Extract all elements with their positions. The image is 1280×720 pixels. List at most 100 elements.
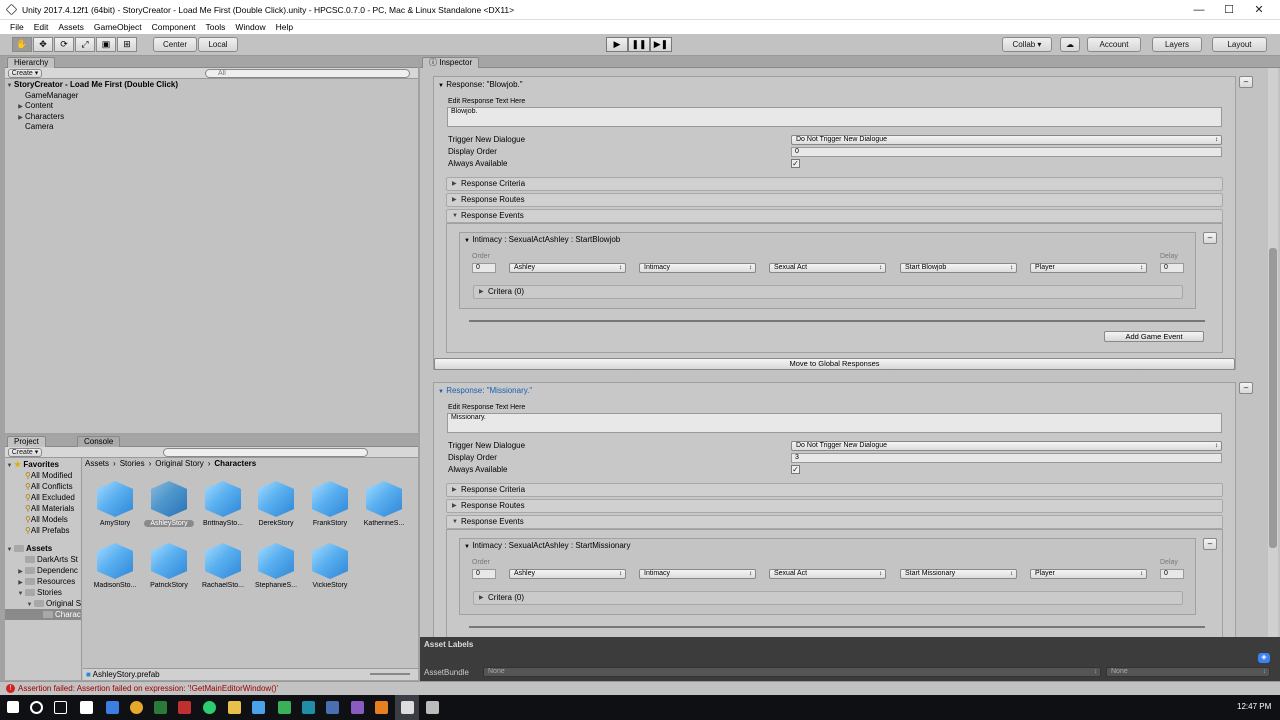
assetbundle-dropdown[interactable]: None [483, 667, 1101, 677]
asset-item[interactable]: AmyStory [90, 481, 140, 527]
project-create-button[interactable]: Create ▾ [8, 448, 42, 457]
vlc-icon[interactable] [375, 701, 388, 714]
breadcrumb-item-current[interactable]: Characters [214, 459, 256, 468]
menu-file[interactable]: File [10, 20, 24, 34]
add-game-event-button[interactable]: Add Game Event [1104, 331, 1204, 342]
asset-item-selected[interactable]: AshleyStory [144, 481, 194, 527]
taskbar-app-icon[interactable] [154, 701, 167, 714]
response-routes-foldout[interactable]: Response Routes [446, 193, 1223, 207]
display-order-input[interactable]: 0 [791, 147, 1222, 157]
response-criteria-foldout[interactable]: Response Criteria [446, 483, 1223, 497]
variant-dropdown[interactable]: None [1106, 667, 1270, 677]
favorite-item[interactable]: ⚲All Conflicts [5, 481, 81, 492]
cloud-icon[interactable]: ☁ [1060, 37, 1080, 52]
collapse-icon[interactable]: ▼ [464, 238, 470, 244]
expand-icon[interactable]: ▶ [16, 102, 25, 111]
event-order-input[interactable]: 0 [472, 569, 496, 579]
hierarchy-item-camera[interactable]: Camera [5, 121, 418, 132]
menu-window[interactable]: Window [235, 20, 265, 34]
collapse-icon[interactable]: ▼ [25, 600, 34, 609]
event-character-dropdown[interactable]: Ashley [509, 263, 626, 273]
maximize-button[interactable]: ☐ [1214, 2, 1244, 18]
rect-tool-icon[interactable]: ▣ [96, 37, 116, 52]
asset-item[interactable]: BrittnaySto... [198, 481, 248, 527]
trigger-dropdown[interactable]: Do Not Trigger New Dialogue [791, 135, 1222, 145]
move-tool-icon[interactable]: ✥ [33, 37, 53, 52]
transform-tool-icon[interactable]: ⊞ [117, 37, 137, 52]
expand-icon[interactable]: ▶ [16, 567, 25, 576]
event-delay-input[interactable]: 0 [1160, 263, 1184, 273]
trigger-dropdown[interactable]: Do Not Trigger New Dialogue [791, 441, 1222, 451]
collapse-icon[interactable]: ▼ [16, 589, 25, 598]
task-view-icon[interactable] [54, 701, 67, 714]
breadcrumb-item[interactable]: Assets [85, 459, 109, 468]
favorite-item[interactable]: ⚲All Materials [5, 503, 81, 514]
asset-item[interactable]: VickieStory [305, 543, 355, 589]
file-explorer-icon[interactable] [228, 701, 241, 714]
pivot-local-button[interactable]: Local [198, 37, 238, 52]
tab-hierarchy[interactable]: Hierarchy [7, 57, 56, 68]
menu-help[interactable]: Help [276, 20, 293, 34]
event-action-dropdown[interactable]: Start Blowjob [900, 263, 1017, 273]
pause-button[interactable]: ❚❚ [628, 37, 650, 52]
menu-gameobject[interactable]: GameObject [94, 20, 142, 34]
response-text-input[interactable]: Missionary. [447, 413, 1222, 433]
breadcrumb-item[interactable]: Original Story [155, 459, 203, 468]
breadcrumb-item[interactable]: Stories [120, 459, 145, 468]
remove-event-button[interactable]: – [1203, 538, 1217, 550]
response-events-foldout[interactable]: Response Events [446, 515, 1223, 529]
critera-foldout[interactable]: Critera (0) [473, 591, 1183, 605]
collapse-icon[interactable]: ▼ [438, 389, 444, 395]
layout-dropdown[interactable]: Layout [1212, 37, 1267, 52]
tab-inspector[interactable]: ⓘ Inspector [422, 57, 480, 68]
rotate-tool-icon[interactable]: ⟳ [54, 37, 74, 52]
collapse-icon[interactable]: ▼ [5, 545, 14, 554]
asset-item[interactable]: FrankStory [305, 481, 355, 527]
collapse-icon[interactable]: ▼ [438, 83, 444, 89]
response-routes-foldout[interactable]: Response Routes [446, 499, 1223, 513]
chrome-icon[interactable] [130, 701, 143, 714]
event-target-dropdown[interactable]: Player [1030, 569, 1147, 579]
asset-item[interactable]: DerekStory [251, 481, 301, 527]
event-target-dropdown[interactable]: Player [1030, 263, 1147, 273]
scene-row[interactable]: ▼ StoryCreator - Load Me First (Double Cl… [5, 79, 418, 90]
display-order-input[interactable]: 3 [791, 453, 1222, 463]
taskbar-app-icon[interactable] [252, 701, 265, 714]
unity-taskbar-active[interactable] [395, 695, 419, 720]
move-to-global-button[interactable]: Move to Global Responses [434, 358, 1235, 370]
asset-folder-selected[interactable]: Charac [5, 609, 81, 620]
favorite-item[interactable]: ⚲All Prefabs [5, 525, 81, 536]
expand-icon[interactable]: ▶ [16, 578, 25, 587]
asset-item[interactable]: MadisonSto... [90, 543, 140, 589]
close-button[interactable]: ✕ [1244, 2, 1274, 18]
windows-start-icon[interactable] [7, 701, 19, 713]
always-available-checkbox[interactable]: ✓ [791, 159, 800, 168]
event-delay-input[interactable]: 0 [1160, 569, 1184, 579]
hierarchy-search-input[interactable]: All [205, 69, 410, 78]
event-category-dropdown[interactable]: Intimacy [639, 263, 756, 273]
response-title[interactable]: ▼ Response: "Missionary." [438, 386, 532, 395]
minimize-button[interactable]: — [1184, 2, 1214, 18]
remove-event-button[interactable]: – [1203, 232, 1217, 244]
asset-folder[interactable]: ▶ Dependenc [5, 565, 81, 576]
response-criteria-foldout[interactable]: Response Criteria [446, 177, 1223, 191]
hand-tool-icon[interactable]: ✋ [12, 37, 32, 52]
status-bar[interactable]: ! Assertion failed: Assertion failed on … [0, 681, 1280, 695]
asset-folder[interactable]: ▶ Resources [5, 576, 81, 587]
event-type-dropdown[interactable]: Sexual Act [769, 263, 886, 273]
collapse-icon[interactable]: ▼ [464, 544, 470, 550]
step-button[interactable]: ▶❚ [650, 37, 672, 52]
asset-item[interactable]: PatrickStory [144, 543, 194, 589]
favorites-row[interactable]: ▼ ★ Favorites [5, 459, 81, 470]
hierarchy-item-content[interactable]: ▶ Content [5, 100, 418, 111]
account-dropdown[interactable]: Account [1087, 37, 1141, 52]
collab-button[interactable]: Collab ▾ [1002, 37, 1052, 52]
response-title[interactable]: ▼ Response: "Blowjob." [438, 80, 523, 89]
play-button[interactable]: ▶ [606, 37, 628, 52]
response-events-foldout[interactable]: Response Events [446, 209, 1223, 223]
response-text-input[interactable]: Blowjob. [447, 107, 1222, 127]
favorite-item[interactable]: ⚲All Excluded [5, 492, 81, 503]
taskbar-app-icon[interactable] [326, 701, 339, 714]
layers-dropdown[interactable]: Layers [1152, 37, 1202, 52]
scene-expand-icon[interactable]: ▼ [5, 81, 14, 90]
